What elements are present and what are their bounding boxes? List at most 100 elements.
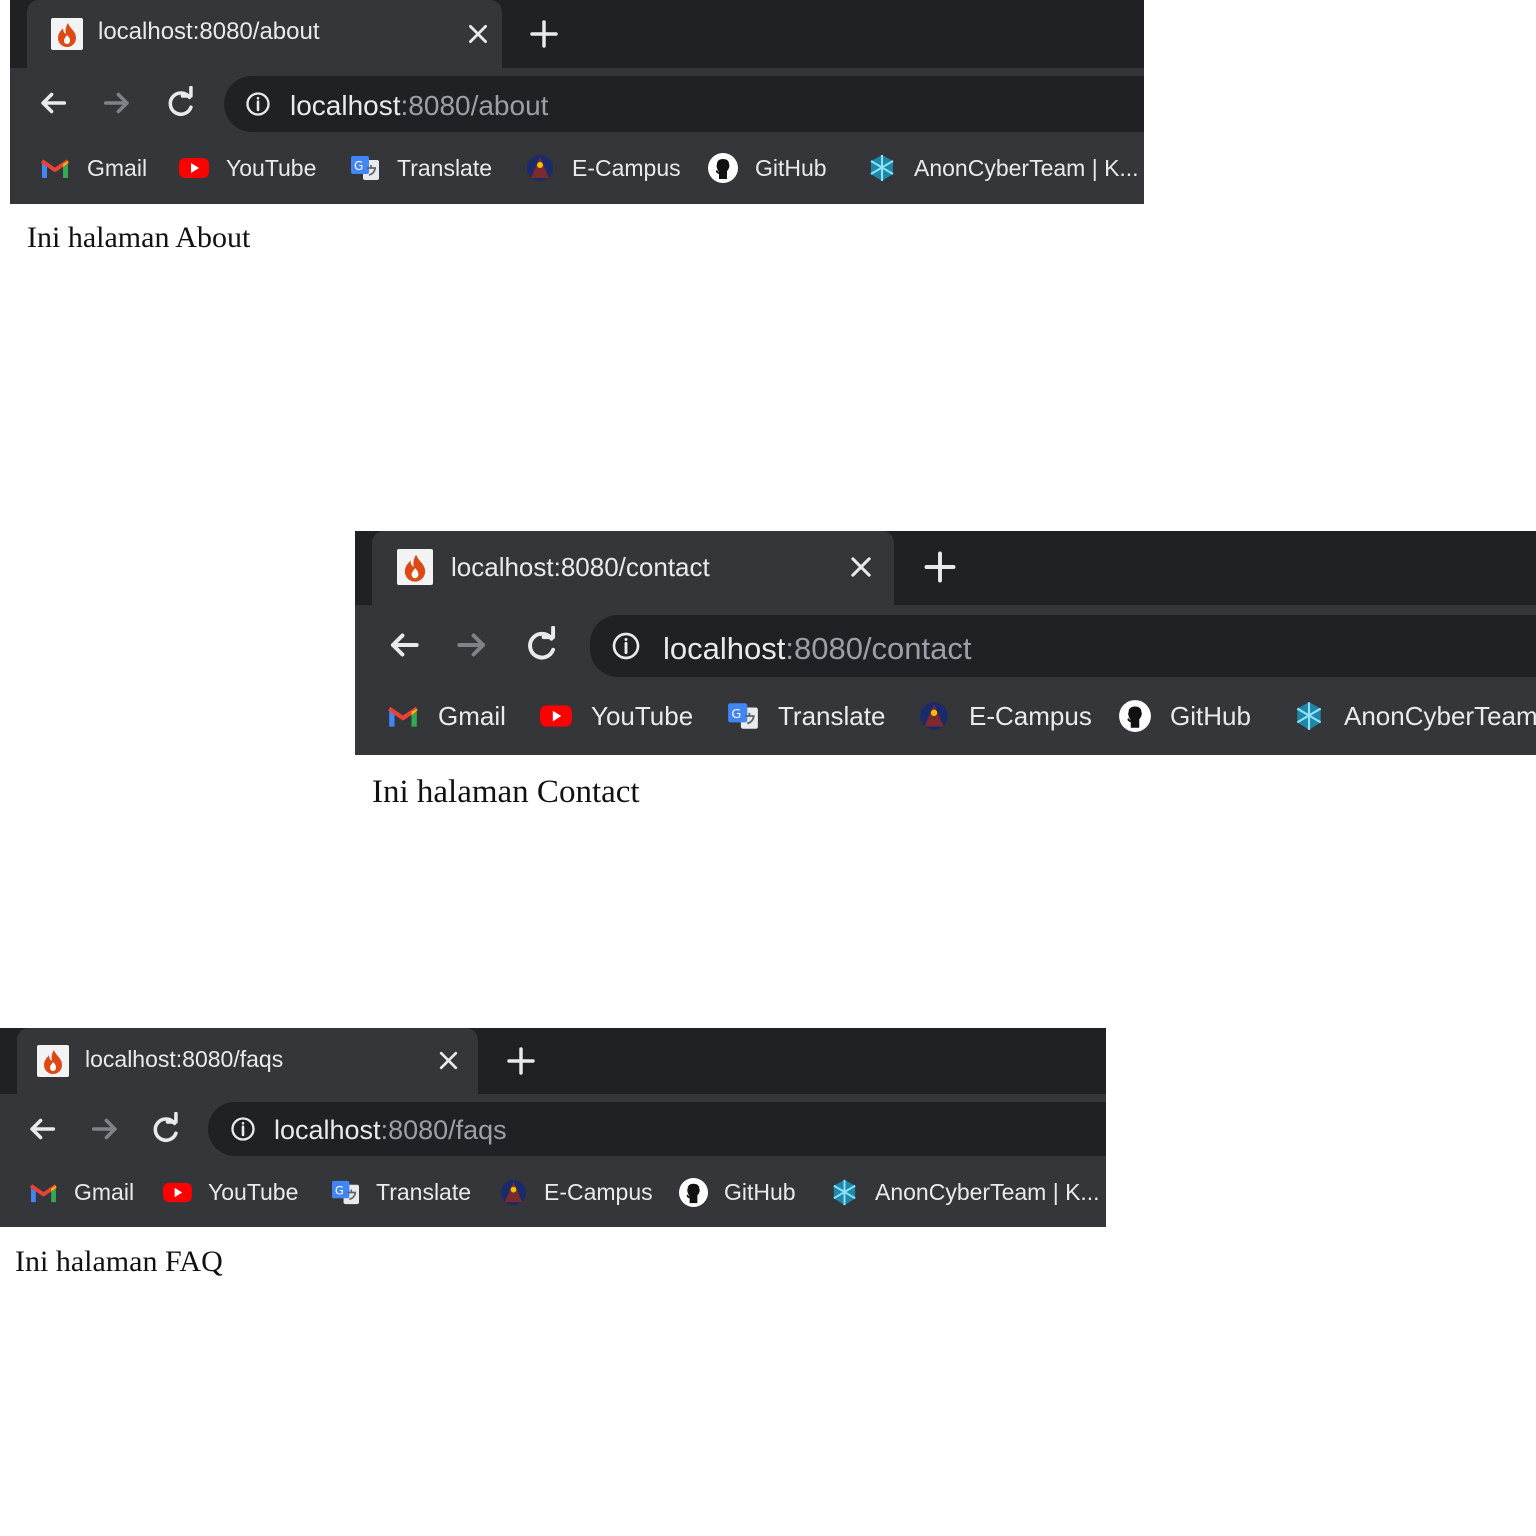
info-circle-icon[interactable] <box>244 90 272 118</box>
gmail-icon <box>386 703 420 729</box>
active-tab[interactable]: localhost:8080/about <box>27 0 502 72</box>
bookmarks-bar: Gmail YouTube G Translate E-Campus GitHu… <box>10 134 1144 204</box>
url-host: localhost <box>290 90 401 121</box>
bookmarks-bar: Gmail YouTube G Translate E-Campus GitHu… <box>0 1160 1106 1227</box>
bookmark-label: E-Campus <box>544 1178 653 1205</box>
bookmark-label: GitHub <box>724 1178 796 1205</box>
address-bar[interactable]: localhost:8080/faqs <box>208 1102 1106 1156</box>
bookmark-anoncyberteam[interactable]: AnonCyberTeam | K... <box>829 1177 1100 1207</box>
translate-icon: G <box>349 154 381 182</box>
svg-text:G: G <box>335 1183 344 1197</box>
bookmark-gmail[interactable]: Gmail <box>28 1177 134 1207</box>
plus-icon[interactable] <box>528 18 560 50</box>
ecampus-icon <box>524 152 556 184</box>
gmail-icon <box>28 1181 59 1204</box>
github-icon <box>1118 699 1152 733</box>
translate-icon: G <box>726 701 760 731</box>
bookmark-label: E-Campus <box>572 154 681 181</box>
close-icon[interactable] <box>465 21 491 47</box>
bookmark-github[interactable]: GitHub <box>1118 699 1251 733</box>
bookmark-ecampus[interactable]: E-Campus <box>498 1177 653 1207</box>
bookmark-label: YouTube <box>591 701 694 731</box>
arrow-left-icon[interactable] <box>25 1112 59 1146</box>
svg-text:G: G <box>731 707 741 722</box>
bookmark-anoncyberteam[interactable]: AnonCyberTeam | K... <box>866 153 1139 183</box>
bookmark-youtube[interactable]: YouTube <box>162 1177 298 1207</box>
toolbar: localhost:8080/faqs <box>0 1098 1106 1160</box>
browser-window: localhost:8080/about localhost:8080/abou… <box>10 0 1144 204</box>
url-host: localhost <box>663 631 786 666</box>
address-bar[interactable]: localhost:8080/about <box>224 76 1144 132</box>
close-icon[interactable] <box>436 1048 461 1073</box>
bookmark-anoncyberteam[interactable]: AnonCyberTeam <box>1292 699 1536 733</box>
bookmark-ecampus[interactable]: E-Campus <box>524 153 681 183</box>
url-path: :8080/about <box>400 90 549 121</box>
flame-favicon-icon <box>51 18 83 50</box>
toolbar: localhost:8080/contact <box>355 609 1536 681</box>
youtube-icon <box>178 156 210 180</box>
url-host: localhost <box>274 1115 381 1145</box>
bookmark-label: AnonCyberTeam | K... <box>875 1178 1100 1205</box>
url-text: localhost:8080/faqs <box>274 1117 507 1144</box>
github-icon <box>678 1177 709 1208</box>
url-text: localhost:8080/contact <box>663 633 972 664</box>
arrow-left-icon[interactable] <box>36 86 70 120</box>
bookmark-translate[interactable]: G Translate <box>349 153 492 183</box>
arrow-right-icon[interactable] <box>100 86 134 120</box>
page-heading: Ini halaman Contact <box>372 774 640 810</box>
active-tab[interactable]: localhost:8080/contact <box>372 531 894 609</box>
bookmark-ecampus[interactable]: E-Campus <box>917 699 1092 733</box>
page-heading: Ini halaman About <box>27 221 251 254</box>
tab-strip: localhost:8080/about <box>10 0 1144 72</box>
close-icon[interactable] <box>847 553 875 581</box>
reload-icon[interactable] <box>164 86 198 120</box>
bookmark-label: GitHub <box>1170 701 1251 731</box>
bookmark-label: YouTube <box>226 154 317 181</box>
plus-icon[interactable] <box>505 1045 537 1077</box>
github-icon <box>707 152 739 184</box>
tab-strip: localhost:8080/contact <box>355 531 1536 609</box>
bookmarks-bar: Gmail YouTube G Translate E-Campus GitHu… <box>355 681 1536 755</box>
bookmark-gmail[interactable]: Gmail <box>39 153 147 183</box>
bookmark-youtube[interactable]: YouTube <box>539 699 693 733</box>
plus-icon[interactable] <box>922 549 958 585</box>
info-circle-icon[interactable] <box>610 630 642 662</box>
bookmark-label: Gmail <box>438 701 506 731</box>
translate-icon: G <box>330 1179 361 1206</box>
browser-window: localhost:8080/contact localhost:8080/co… <box>355 531 1536 755</box>
bookmark-label: Gmail <box>87 154 148 181</box>
bookmark-label: GitHub <box>755 154 827 181</box>
bookmark-gmail[interactable]: Gmail <box>386 699 506 733</box>
bookmark-label: Translate <box>376 1178 472 1205</box>
flame-favicon-icon <box>397 549 433 585</box>
arrow-right-icon[interactable] <box>453 626 491 664</box>
arrow-left-icon[interactable] <box>385 626 423 664</box>
bookmark-youtube[interactable]: YouTube <box>178 153 316 183</box>
bookmark-label: AnonCyberTeam | K... <box>914 154 1139 181</box>
bookmark-translate[interactable]: G Translate <box>330 1177 471 1207</box>
bookmark-label: AnonCyberTeam <box>1344 701 1536 731</box>
tab-title: localhost:8080/faqs <box>85 1046 284 1072</box>
bookmark-github[interactable]: GitHub <box>678 1177 796 1207</box>
address-bar[interactable]: localhost:8080/contact <box>590 615 1536 677</box>
bookmark-github[interactable]: GitHub <box>707 153 827 183</box>
tab-strip: localhost:8080/faqs <box>0 1028 1106 1098</box>
contact-screenshot: localhost:8080/contact localhost:8080/co… <box>355 531 1536 821</box>
arrow-right-icon[interactable] <box>88 1112 122 1146</box>
tab-title: localhost:8080/about <box>98 18 320 45</box>
bookmark-label: E-Campus <box>969 701 1092 731</box>
active-tab[interactable]: localhost:8080/faqs <box>17 1028 478 1098</box>
gmail-icon <box>39 156 71 180</box>
anoncyberteam-icon <box>866 152 898 184</box>
ecampus-icon <box>498 1177 529 1208</box>
url-path: :8080/contact <box>785 631 972 666</box>
anoncyberteam-icon <box>1292 699 1326 733</box>
bookmark-label: Translate <box>397 154 493 181</box>
toolbar: localhost:8080/about <box>10 72 1144 134</box>
reload-icon[interactable] <box>523 626 561 664</box>
svg-text:G: G <box>354 159 363 173</box>
info-circle-icon[interactable] <box>229 1115 257 1143</box>
bookmark-translate[interactable]: G Translate <box>726 699 885 733</box>
reload-icon[interactable] <box>149 1112 183 1146</box>
flame-favicon-icon <box>37 1045 69 1077</box>
